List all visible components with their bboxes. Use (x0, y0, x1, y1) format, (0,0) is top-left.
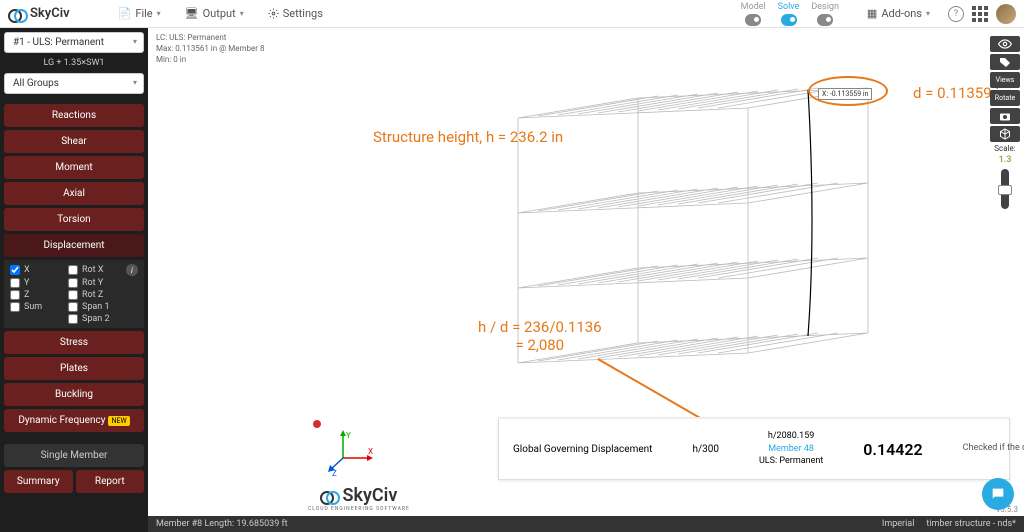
shear-button[interactable]: Shear (4, 130, 144, 153)
combo-equation: LG + 1.35×SW1 (4, 56, 144, 70)
scale-value: 1.3 (990, 155, 1020, 165)
gear-icon (268, 8, 279, 19)
check-z[interactable]: Z (10, 290, 60, 300)
tag-icon (999, 57, 1011, 67)
check-span2[interactable]: Span 2 (68, 314, 118, 324)
summary-button[interactable]: Summary (4, 470, 73, 493)
results-detail: h/2080.159 Member 48 ULS: Permanent (759, 430, 823, 468)
results-title: Global Governing Displacement (513, 444, 652, 455)
stress-button[interactable]: Stress (4, 331, 144, 354)
tag-tool[interactable] (990, 54, 1020, 70)
cube-icon (999, 128, 1011, 140)
check-roty[interactable]: Rot Y (68, 278, 118, 288)
check-span1[interactable]: Span 1 (68, 302, 118, 312)
sidebar: #1 - ULS: Permanent LG + 1.35×SW1 All Gr… (0, 28, 148, 532)
cube-tool[interactable] (990, 126, 1020, 142)
scale-label: Scale: (990, 144, 1020, 153)
views-tool[interactable]: Views (990, 72, 1020, 88)
single-member-button[interactable]: Single Member (4, 444, 144, 467)
eye-icon (998, 39, 1012, 49)
svg-text:Z: Z (332, 469, 337, 478)
axial-button[interactable]: Axial (4, 182, 144, 205)
scale-slider[interactable] (1001, 169, 1009, 209)
chat-button[interactable] (982, 478, 1014, 510)
torsion-button[interactable]: Torsion (4, 208, 144, 231)
main: #1 - ULS: Permanent LG + 1.35×SW1 All Gr… (0, 28, 1024, 532)
reactions-button[interactable]: Reactions (4, 104, 144, 127)
results-description: Checked if the displacement perpendicula… (963, 443, 1024, 455)
moment-button[interactable]: Moment (4, 156, 144, 179)
axis-triad: Y X Z (318, 428, 378, 481)
dynfreq-button[interactable]: Dynamic FrequencyNEW (4, 409, 144, 432)
check-y[interactable]: Y (10, 278, 60, 288)
mode-solve[interactable]: Solve (778, 2, 800, 26)
apps-grid-icon[interactable] (972, 6, 988, 22)
svg-text:Y: Y (346, 431, 351, 440)
results-value: 0.14422 (863, 440, 922, 459)
load-combo-select[interactable]: #1 - ULS: Permanent (4, 32, 144, 53)
monitor-icon: 🖥 (185, 7, 199, 20)
info-icon[interactable]: i (126, 264, 138, 276)
mode-tabs: Model Solve Design (741, 2, 839, 26)
status-left: Member #8 Length: 19.685039 ft (156, 519, 288, 529)
groups-select[interactable]: All Groups (4, 73, 144, 94)
settings-menu[interactable]: Settings (258, 3, 333, 24)
addons-icon: ▦ (867, 7, 877, 20)
status-file[interactable]: timber structure - nds* (926, 519, 1016, 529)
check-sum[interactable]: Sum (10, 302, 60, 312)
displacement-options: X Rot X i Y Rot Y Z Rot Z Sum Span 1 Spa… (4, 260, 144, 328)
results-limit: h/300 (692, 444, 719, 455)
annotation-ellipse (808, 76, 888, 106)
right-toolbar: Views Rotate Scale: 1.3 (990, 36, 1020, 211)
annotation-h: Structure height, h = 236.2 in (373, 128, 563, 146)
status-bar: Member #8 Length: 19.685039 ft Imperial … (148, 516, 1024, 532)
logo-icon (8, 7, 26, 21)
record-indicator (313, 420, 321, 428)
canvas[interactable]: LC: ULS: Permanent Max: 0.113561 in @ Me… (148, 28, 1024, 532)
check-x[interactable]: X (10, 264, 60, 276)
footer-logo: SkyCiv CLOUD ENGINEERING SOFTWARE (308, 485, 410, 512)
results-panel: Global Governing Displacement h/300 h/20… (498, 417, 1010, 480)
top-header: SkyCiv 📄File▾ 🖥Output▾ Settings Model So… (0, 0, 1024, 28)
displacement-button[interactable]: Displacement (4, 234, 144, 257)
eye-tool[interactable] (990, 36, 1020, 52)
check-rotx[interactable]: Rot X (68, 264, 118, 276)
member-link[interactable]: Member 48 (759, 443, 823, 456)
brand-logo[interactable]: SkyCiv (8, 6, 70, 21)
header-left: SkyCiv 📄File▾ 🖥Output▾ Settings (8, 3, 333, 24)
mode-model[interactable]: Model (741, 2, 766, 26)
annotation-ratio: h / d = 236/0.1136= 2,080 (478, 318, 602, 354)
file-icon: 📄 (118, 7, 132, 20)
camera-tool[interactable] (990, 108, 1020, 124)
avatar[interactable] (996, 4, 1016, 24)
file-menu[interactable]: 📄File▾ (108, 3, 171, 24)
output-menu[interactable]: 🖥Output▾ (175, 3, 254, 24)
chat-icon (990, 486, 1006, 502)
camera-icon (999, 111, 1011, 121)
addons-menu[interactable]: ▦Add-ons▾ (857, 3, 940, 24)
mode-design[interactable]: Design (811, 2, 839, 26)
status-units[interactable]: Imperial (882, 519, 915, 529)
report-button[interactable]: Report (76, 470, 145, 493)
help-icon[interactable]: ? (948, 6, 964, 22)
buckling-button[interactable]: Buckling (4, 383, 144, 406)
rotate-tool[interactable]: Rotate (990, 90, 1020, 106)
check-rotz[interactable]: Rot Z (68, 290, 118, 300)
header-right: Model Solve Design ▦Add-ons▾ ? (741, 2, 1016, 26)
svg-text:X: X (368, 447, 373, 456)
plates-button[interactable]: Plates (4, 357, 144, 380)
lc-info: LC: ULS: Permanent Max: 0.113561 in @ Me… (156, 32, 264, 66)
